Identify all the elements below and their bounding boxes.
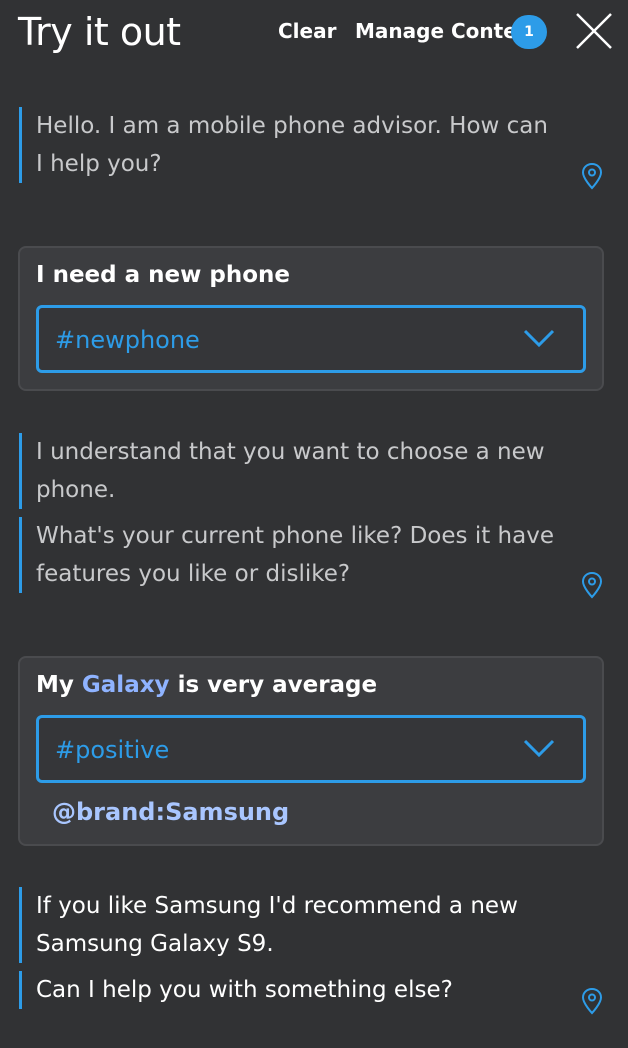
- location-pin-icon[interactable]: [581, 987, 603, 1015]
- context-count-badge[interactable]: 1: [511, 15, 547, 49]
- bot-message: I understand that you want to choose a n…: [19, 433, 545, 509]
- user-message-text: I need a new phone: [36, 262, 290, 288]
- bot-message-line: I understand that you want to choose a n…: [36, 439, 545, 465]
- bot-message-line: Can I help you with something else?: [36, 977, 453, 1003]
- location-pin-icon[interactable]: [581, 571, 603, 599]
- bot-message-line: Samsung Galaxy S9.: [36, 931, 274, 957]
- bot-message-line: Hello. I am a mobile phone advisor. How …: [36, 113, 548, 139]
- chevron-down-icon: [523, 329, 555, 348]
- user-text-part: is very average: [177, 672, 378, 698]
- try-it-out-panel: Try it out Clear Manage Context 1 Hello.…: [0, 0, 628, 1048]
- intent-value: #newphone: [55, 326, 200, 354]
- user-message-text: My Galaxy is very average: [36, 672, 377, 698]
- close-icon[interactable]: [574, 11, 614, 51]
- bot-message: If you like Samsung I'd recommend a new …: [19, 887, 518, 963]
- panel-title: Try it out: [18, 10, 181, 54]
- panel-header: Try it out Clear Manage Context 1: [0, 0, 628, 64]
- intent-dropdown[interactable]: #newphone: [36, 305, 586, 373]
- bot-message: Hello. I am a mobile phone advisor. How …: [19, 107, 548, 183]
- entity-tag[interactable]: @brand:Samsung: [52, 798, 289, 826]
- bot-message-line: features you like or dislike?: [36, 561, 351, 587]
- bot-message: Can I help you with something else?: [19, 971, 453, 1009]
- clear-button[interactable]: Clear: [278, 19, 336, 43]
- bot-message-line: phone.: [36, 477, 116, 503]
- bot-message-line: If you like Samsung I'd recommend a new: [36, 893, 518, 919]
- intent-dropdown[interactable]: #positive: [36, 715, 586, 783]
- bot-message-line: What's your current phone like? Does it …: [36, 523, 554, 549]
- bot-message: What's your current phone like? Does it …: [19, 517, 554, 593]
- user-text-part: My: [36, 672, 74, 698]
- user-message-card: I need a new phone #newphone: [18, 246, 604, 391]
- intent-value: #positive: [55, 736, 170, 764]
- location-pin-icon[interactable]: [581, 162, 603, 190]
- user-message-card: My Galaxy is very average #positive @bra…: [18, 656, 604, 846]
- chevron-down-icon: [523, 739, 555, 758]
- bot-message-line: I help you?: [36, 151, 162, 177]
- entity-highlight[interactable]: Galaxy: [82, 672, 170, 698]
